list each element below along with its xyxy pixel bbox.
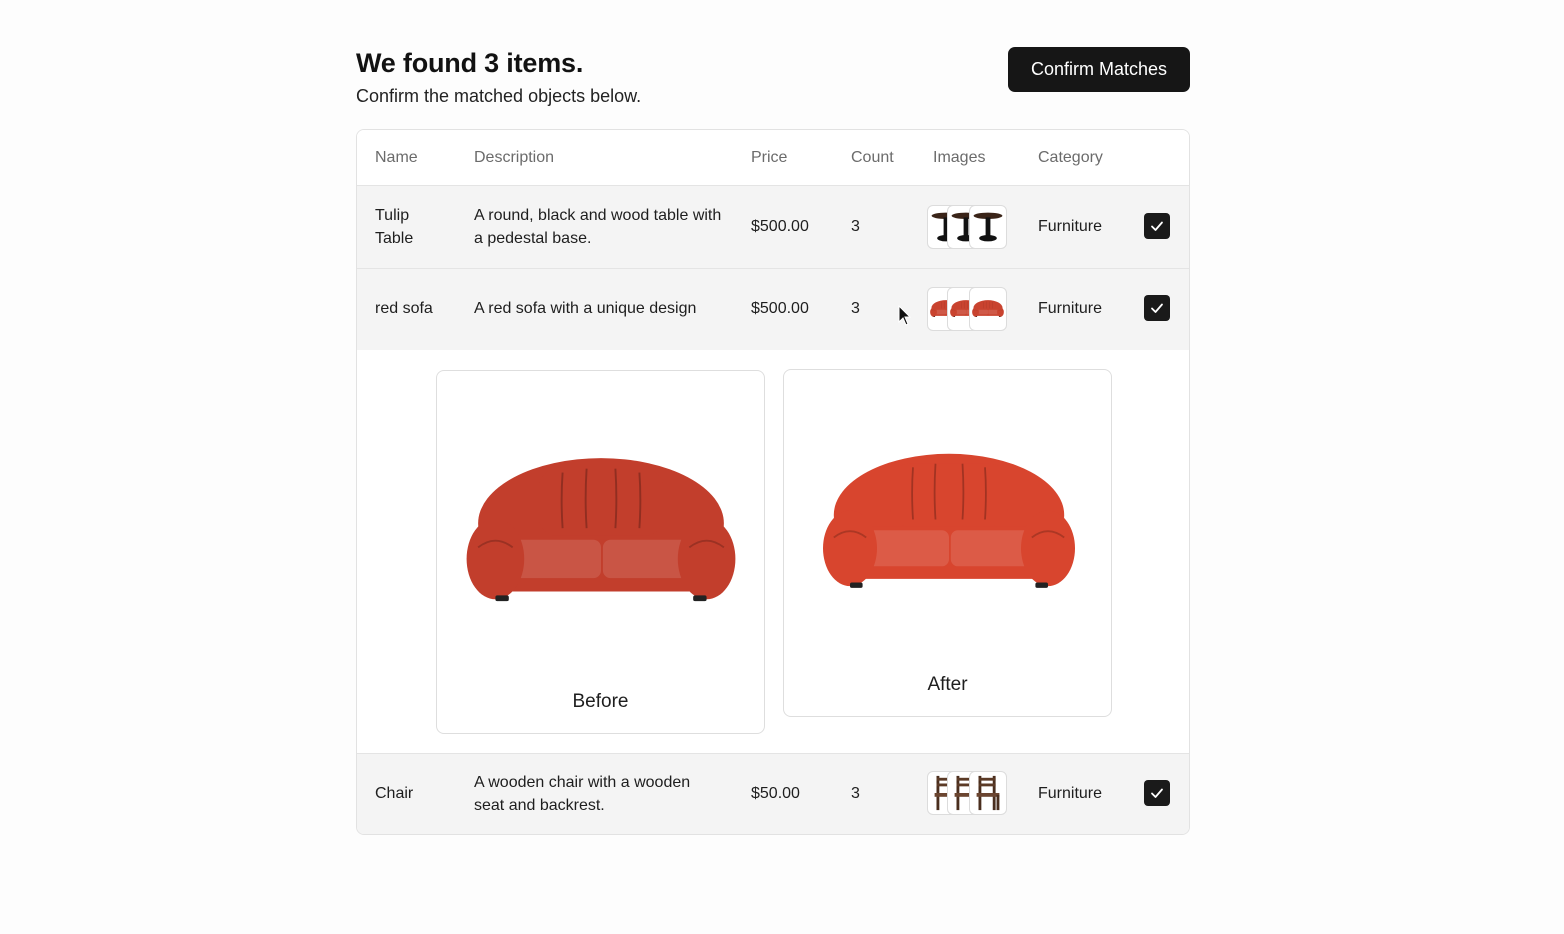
mouse-cursor-icon bbox=[898, 305, 912, 326]
row-name: Tulip Table bbox=[375, 207, 414, 247]
row-category: Furniture bbox=[1038, 300, 1103, 317]
chair-thumbnail-image[interactable] bbox=[969, 771, 1007, 815]
row-description: A red sofa with a unique design bbox=[474, 300, 697, 317]
column-header-price: Price bbox=[751, 149, 788, 166]
comparison-panel: Before After bbox=[357, 350, 1189, 754]
page-title: We found 3 items. bbox=[356, 48, 584, 78]
table-thumbnail-image[interactable] bbox=[969, 205, 1007, 249]
column-header-images: Images bbox=[933, 149, 986, 166]
row-count: 3 bbox=[851, 300, 860, 317]
row-description: A round, black and wood table with a ped… bbox=[474, 207, 722, 247]
checkmark-icon bbox=[1151, 788, 1163, 798]
row-price: $500.00 bbox=[751, 218, 809, 235]
before-label: Before bbox=[572, 691, 629, 712]
confirm-matches-button[interactable]: Confirm Matches bbox=[1008, 47, 1190, 92]
row-checkbox[interactable] bbox=[1144, 780, 1170, 806]
sofa-thumbnail-image[interactable] bbox=[969, 287, 1007, 331]
after-card: After bbox=[783, 369, 1112, 717]
table-row[interactable]: Tulip Table A round, black and wood tabl… bbox=[357, 186, 1189, 269]
page-header: We found 3 items. Confirm the matched ob… bbox=[356, 46, 1190, 116]
row-image-thumbnails[interactable] bbox=[927, 287, 1007, 331]
row-category: Furniture bbox=[1038, 218, 1103, 235]
row-name: red sofa bbox=[375, 300, 433, 317]
row-description: A wooden chair with a wooden seat and ba… bbox=[474, 774, 691, 814]
column-header-description: Description bbox=[474, 149, 555, 166]
row-checkbox[interactable] bbox=[1144, 213, 1170, 239]
table-row[interactable]: Chair A wooden chair with a wooden seat … bbox=[357, 754, 1189, 834]
row-count: 3 bbox=[851, 785, 860, 802]
column-header-name: Name bbox=[375, 149, 418, 166]
after-sofa-image bbox=[822, 452, 1076, 589]
table-header: Name Description Price Count Images Cate… bbox=[357, 130, 1189, 186]
row-price: $50.00 bbox=[751, 785, 800, 802]
row-image-thumbnails[interactable] bbox=[927, 205, 1007, 249]
row-name: Chair bbox=[375, 785, 414, 802]
before-card: Before bbox=[436, 370, 765, 734]
checkmark-icon bbox=[1151, 221, 1163, 231]
before-sofa-image bbox=[465, 457, 737, 603]
row-category: Furniture bbox=[1038, 785, 1103, 802]
table-row[interactable]: red sofa A red sofa with a unique design… bbox=[357, 269, 1189, 351]
page-subtitle: Confirm the matched objects below. bbox=[356, 86, 642, 106]
column-header-category: Category bbox=[1038, 149, 1103, 166]
row-count: 3 bbox=[851, 218, 860, 235]
row-checkbox[interactable] bbox=[1144, 295, 1170, 321]
row-price: $500.00 bbox=[751, 300, 809, 317]
checkmark-icon bbox=[1151, 303, 1163, 313]
after-label: After bbox=[927, 674, 968, 695]
matches-table: Name Description Price Count Images Cate… bbox=[356, 129, 1190, 835]
row-image-thumbnails[interactable] bbox=[927, 771, 1007, 815]
column-header-count: Count bbox=[851, 149, 894, 166]
